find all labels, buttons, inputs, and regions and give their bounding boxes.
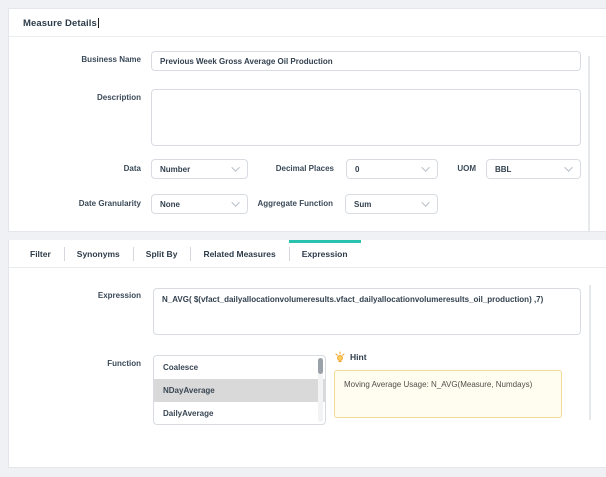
text-cursor [98, 18, 99, 28]
description-label: Description [9, 93, 141, 103]
tab-label: Expression [302, 249, 348, 259]
lightbulb-icon [334, 351, 346, 363]
tab-label: Filter [30, 249, 51, 259]
function-option-ndayaverage[interactable]: NDayAverage [154, 379, 325, 402]
function-option-dailyaverage[interactable]: DailyAverage [154, 402, 325, 425]
uom-value: BBL [495, 165, 511, 174]
panel-scrollbar[interactable] [589, 285, 591, 420]
tab-synonyms[interactable]: Synonyms [64, 240, 133, 267]
aggregate-function-value: Sum [354, 200, 371, 209]
data-type-label: Data [9, 164, 141, 174]
function-label: Function [9, 359, 141, 369]
scrollbar-track[interactable] [318, 358, 323, 422]
date-granularity-label: Date Granularity [9, 199, 141, 209]
tab-related-measures[interactable]: Related Measures [190, 240, 288, 267]
function-option-coalesce[interactable]: Coalesce [154, 356, 325, 379]
panel-scrollbar[interactable] [588, 56, 590, 231]
page-title-text: Measure Details [23, 18, 97, 29]
scrollbar-thumb[interactable] [318, 358, 323, 374]
aggregate-function-select[interactable]: Sum [345, 194, 438, 214]
tab-content-panel: Filter Synonyms Split By Related Measure… [8, 240, 606, 468]
decimal-places-value: 0 [355, 165, 359, 174]
tab-split-by[interactable]: Split By [133, 240, 191, 267]
function-listbox: Coalesce NDayAverage DailyAverage [153, 355, 326, 425]
business-name-input[interactable] [151, 51, 581, 71]
tab-expression[interactable]: Expression [289, 240, 361, 267]
page-title: Measure Details [23, 18, 99, 29]
business-name-label: Business Name [9, 55, 141, 65]
date-granularity-value: None [160, 200, 180, 209]
chevron-down-icon [564, 163, 572, 171]
hint-box: Moving Average Usage: N_AVG(Measure, Num… [334, 370, 562, 418]
tab-label: Synonyms [77, 249, 120, 259]
tab-bar: Filter Synonyms Split By Related Measure… [9, 240, 606, 268]
description-textarea[interactable] [151, 89, 581, 146]
expression-input[interactable]: N_AVG( $(vfact_dailyallocationvolumeresu… [153, 288, 581, 335]
tab-label: Related Measures [203, 249, 275, 259]
measure-details-panel: Measure Details Business Name Descriptio… [8, 8, 606, 232]
hint-title: Hint [350, 352, 367, 362]
panel-header: Measure Details [9, 9, 606, 37]
chevron-down-icon [421, 198, 429, 206]
uom-select[interactable]: BBL [486, 159, 581, 179]
expression-label: Expression [9, 291, 141, 301]
decimal-places-label: Decimal Places [209, 164, 334, 174]
data-type-value: Number [160, 165, 190, 174]
uom-label: UOM [409, 164, 476, 174]
aggregate-function-label: Aggregate Function [209, 199, 333, 209]
hint-header: Hint [334, 351, 367, 363]
tab-filter[interactable]: Filter [17, 240, 64, 267]
tab-label: Split By [146, 249, 178, 259]
